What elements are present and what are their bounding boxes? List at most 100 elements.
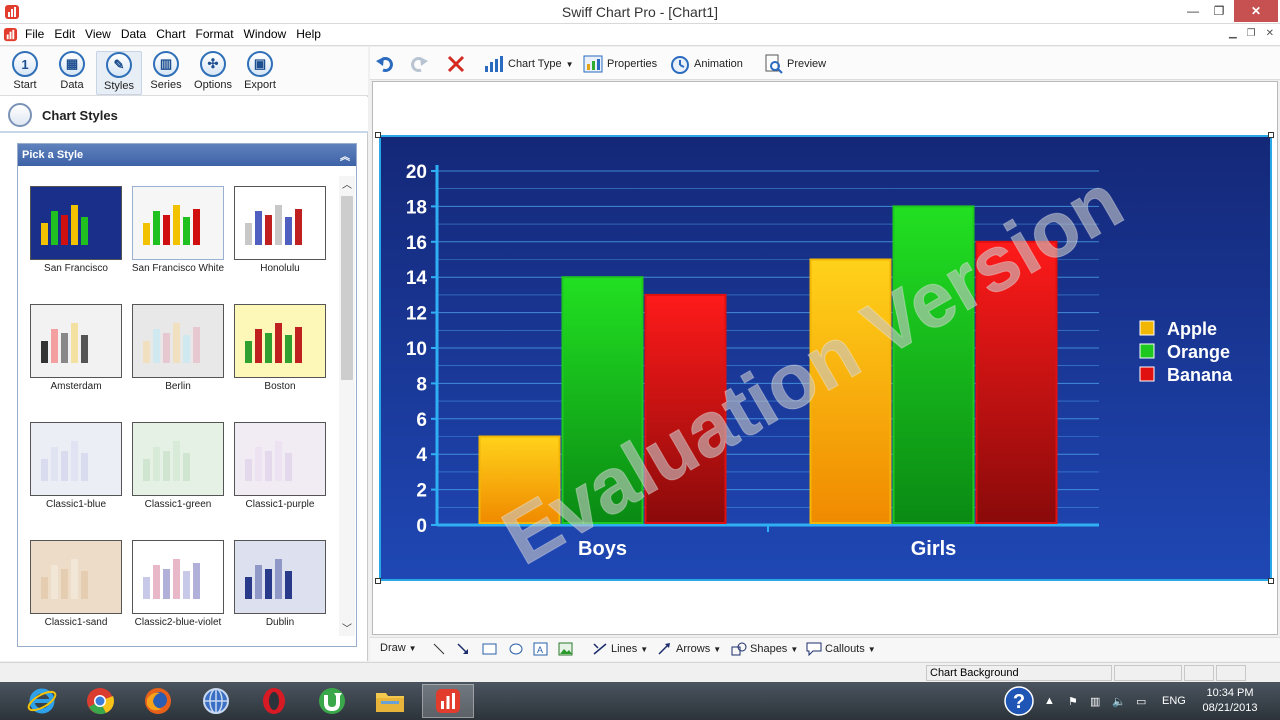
taskbar-swiff-chart[interactable] bbox=[422, 684, 474, 718]
style-preview-bar bbox=[41, 459, 48, 481]
ellipse-tool-button[interactable] bbox=[508, 642, 524, 656]
lines-menu-button[interactable]: Lines ▼ bbox=[592, 642, 648, 656]
style-thumbnail[interactable]: Berlin bbox=[132, 304, 226, 394]
chart-area[interactable]: 20 18 16 14 12 10 8 6 4 2 0 Boys Girls Apple Orange Ba… bbox=[379, 135, 1272, 582]
help-tray-button[interactable]: ? bbox=[1004, 682, 1034, 720]
style-preview-bar bbox=[81, 453, 88, 481]
style-thumbnail[interactable]: Classic1-purple bbox=[234, 422, 328, 512]
resize-handle[interactable] bbox=[375, 132, 381, 138]
nav-styles-label: Styles bbox=[104, 80, 134, 92]
preview-button[interactable]: Preview bbox=[763, 53, 826, 75]
chevron-down-icon: ▼ bbox=[867, 644, 876, 654]
chart-canvas[interactable]: 20 18 16 14 12 10 8 6 4 2 0 Boys Girls Apple Orange Ba… bbox=[372, 81, 1278, 635]
style-preview-bar bbox=[255, 565, 262, 599]
pick-style-header[interactable]: Pick a Style ︽ bbox=[18, 144, 356, 166]
menu-chart[interactable]: Chart bbox=[155, 27, 186, 41]
image-tool-button[interactable] bbox=[558, 642, 574, 656]
nav-options-button[interactable]: ✣ Options bbox=[190, 51, 236, 95]
menu-data[interactable]: Data bbox=[120, 27, 147, 41]
style-preview-bar bbox=[163, 215, 170, 245]
style-thumbnail[interactable]: Classic1-green bbox=[132, 422, 226, 512]
style-thumbnail[interactable]: Classic1-sand bbox=[30, 540, 124, 630]
shapes-menu-button[interactable]: Shapes ▼ bbox=[731, 642, 798, 656]
menu-window[interactable]: Window bbox=[243, 27, 288, 41]
volume-icon[interactable]: 🔈 bbox=[1112, 682, 1126, 720]
draw-menu-button[interactable]: Draw ▼ bbox=[380, 642, 417, 654]
scroll-down-icon[interactable]: ﹀ bbox=[339, 620, 355, 636]
network-icon[interactable]: ▥ bbox=[1090, 682, 1100, 720]
document-icon[interactable] bbox=[3, 27, 18, 42]
menu-edit[interactable]: Edit bbox=[53, 27, 76, 41]
style-thumbnail[interactable]: San Francisco bbox=[30, 186, 124, 276]
bar-chart[interactable]: 20181614121086420Boys Girls AppleOrangeBa… bbox=[381, 137, 1270, 582]
scroll-up-icon[interactable]: ︿ bbox=[339, 176, 355, 192]
taskbar-opera[interactable] bbox=[248, 684, 300, 718]
arrow-tool-button[interactable] bbox=[456, 642, 470, 656]
flag-icon[interactable]: ⚑ bbox=[1068, 682, 1078, 720]
menu-view[interactable]: View bbox=[84, 27, 112, 41]
svg-text:?: ? bbox=[1013, 691, 1025, 713]
nav-export-button[interactable]: ▣ Export bbox=[237, 51, 283, 95]
style-preview-bar bbox=[41, 223, 48, 245]
properties-button[interactable]: Properties bbox=[583, 53, 657, 75]
taskbar-network-app[interactable] bbox=[190, 684, 242, 718]
taskbar-utorrent[interactable] bbox=[306, 684, 358, 718]
style-name: Berlin bbox=[165, 381, 191, 392]
collapse-icon[interactable]: ︽ bbox=[340, 148, 350, 163]
close-button[interactable]: ✕ bbox=[1234, 0, 1278, 22]
taskbar-chrome[interactable] bbox=[74, 684, 126, 718]
style-thumbnail[interactable]: Dublin bbox=[234, 540, 328, 630]
chevron-down-icon: ▼ bbox=[640, 644, 649, 654]
style-thumbnail[interactable]: Classic2-blue-violet bbox=[132, 540, 226, 630]
taskbar-file-explorer[interactable] bbox=[364, 684, 416, 718]
undo-button[interactable] bbox=[376, 53, 396, 75]
arrows-menu-button[interactable]: Arrows ▼ bbox=[657, 642, 721, 656]
line-tool-button[interactable] bbox=[432, 642, 446, 656]
style-thumbnail[interactable]: San Francisco White bbox=[132, 186, 226, 276]
menu-format[interactable]: Format bbox=[195, 27, 235, 41]
globe-icon bbox=[203, 688, 229, 714]
style-preview-image bbox=[132, 186, 224, 260]
taskbar-ie[interactable] bbox=[16, 684, 68, 718]
nav-series-button[interactable]: ▥ Series bbox=[143, 51, 189, 95]
style-name: Boston bbox=[264, 381, 296, 392]
minimize-button[interactable]: — bbox=[1180, 0, 1206, 22]
delete-button[interactable] bbox=[446, 53, 466, 75]
resize-handle[interactable] bbox=[1268, 578, 1274, 584]
rectangle-tool-button[interactable] bbox=[482, 642, 498, 656]
show-hidden-icons-button[interactable]: ▲ bbox=[1044, 682, 1055, 720]
menu-help[interactable]: Help bbox=[295, 27, 322, 41]
nav-styles-button[interactable]: ✎ Styles bbox=[96, 51, 142, 95]
start-icon: 1 bbox=[12, 51, 38, 77]
style-preview-bar bbox=[81, 217, 88, 245]
nav-start-button[interactable]: 1 Start bbox=[2, 51, 48, 95]
menu-file[interactable]: File bbox=[24, 27, 45, 41]
animation-button[interactable]: Animation bbox=[670, 53, 743, 75]
power-icon[interactable]: ▭ bbox=[1136, 682, 1146, 720]
style-name: Classic2-blue-violet bbox=[134, 617, 222, 628]
nav-data-button[interactable]: ▦ Data bbox=[49, 51, 95, 95]
gallery-scrollbar[interactable]: ︿ ﹀ bbox=[339, 176, 355, 636]
callouts-menu-button[interactable]: Callouts ▼ bbox=[806, 642, 876, 656]
style-thumbnail[interactable]: Classic1-blue bbox=[30, 422, 124, 512]
y-tick-label: 10 bbox=[406, 339, 427, 360]
scrollbar-thumb[interactable] bbox=[341, 196, 353, 380]
mdi-close-button[interactable]: ✕ bbox=[1266, 28, 1274, 39]
swiff-chart-icon bbox=[436, 689, 460, 713]
system-clock[interactable]: 10:34 PM 08/21/2013 bbox=[1190, 686, 1270, 716]
mdi-restore-button[interactable]: ❐ bbox=[1247, 28, 1256, 39]
style-name: Amsterdam bbox=[50, 381, 102, 392]
style-thumbnail[interactable]: Honolulu bbox=[234, 186, 328, 276]
resize-handle[interactable] bbox=[1268, 132, 1274, 138]
taskbar-firefox[interactable] bbox=[132, 684, 184, 718]
resize-handle[interactable] bbox=[375, 578, 381, 584]
mdi-minimize-button[interactable]: ▁ bbox=[1229, 28, 1237, 39]
textbox-tool-button[interactable]: A bbox=[533, 642, 549, 656]
language-indicator[interactable]: ENG bbox=[1162, 682, 1186, 720]
maximize-button[interactable]: ❐ bbox=[1206, 0, 1232, 22]
chart-type-button[interactable]: Chart Type ▼ bbox=[484, 53, 574, 75]
style-thumbnail[interactable]: Amsterdam bbox=[30, 304, 124, 394]
callouts-label: Callouts bbox=[825, 643, 865, 655]
redo-button[interactable] bbox=[408, 53, 428, 75]
style-thumbnail[interactable]: Boston bbox=[234, 304, 328, 394]
